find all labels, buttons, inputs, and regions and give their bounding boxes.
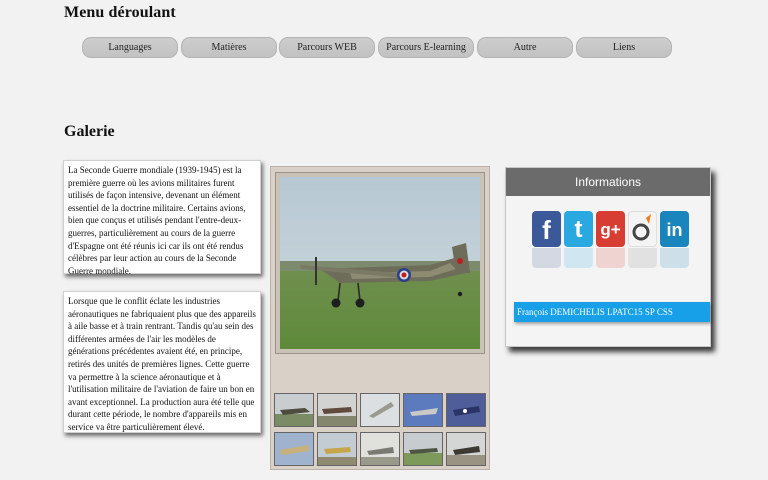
thumb-plane-5[interactable]	[446, 393, 486, 427]
article-text: Lorsque que le conflit éclate les indust…	[68, 296, 256, 432]
thumb-plane-10[interactable]	[446, 432, 486, 466]
menu-item-parcours-elearning[interactable]: Parcours E-learning	[378, 37, 474, 58]
menu-item-autre[interactable]: Autre	[477, 37, 573, 58]
menu-item-liens[interactable]: Liens	[576, 37, 672, 58]
linkedin-icon[interactable]: in	[660, 211, 689, 247]
author-bar: François DEMICHELIS LPATC15 SP CSS	[514, 302, 710, 322]
spitfire-photo	[280, 177, 480, 349]
google-plus-icon[interactable]: g+	[596, 211, 625, 247]
article-text: La Seconde Guerre mondiale (1939-1945) e…	[68, 165, 246, 276]
menu-item-languages[interactable]: Languages	[82, 37, 178, 58]
thumb-plane-4[interactable]	[403, 393, 443, 427]
thumb-plane-3[interactable]	[360, 393, 400, 427]
thumb-plane-7[interactable]	[317, 432, 357, 466]
social-links: f t g+ in	[532, 211, 692, 271]
article-card-2: Lorsque que le conflit éclate les indust…	[63, 291, 261, 433]
viadeo-icon-glyph	[632, 214, 651, 241]
facebook-icon[interactable]: f	[532, 211, 561, 247]
thumb-plane-6[interactable]	[274, 432, 314, 466]
thumb-plane-2[interactable]	[317, 393, 357, 427]
info-panel: Informations f t g+ in François DEMICHEL…	[505, 167, 711, 347]
thumb-plane-9[interactable]	[403, 432, 443, 466]
twitter-icon[interactable]: t	[564, 211, 593, 247]
menu-heading: Menu déroulant	[64, 4, 176, 21]
info-panel-title: Informations	[506, 168, 710, 196]
thumb-plane-1[interactable]	[274, 393, 314, 427]
thumb-plane-8[interactable]	[360, 432, 400, 466]
menu-item-parcours-web[interactable]: Parcours WEB	[279, 37, 375, 58]
main-photo-frame	[275, 172, 485, 354]
viadeo-icon[interactable]	[628, 211, 657, 247]
gallery-heading: Galerie	[64, 123, 115, 140]
menu-item-matieres[interactable]: Matières	[181, 37, 277, 58]
image-gallery	[270, 166, 490, 470]
article-card-1: La Seconde Guerre mondiale (1939-1945) e…	[63, 160, 261, 276]
